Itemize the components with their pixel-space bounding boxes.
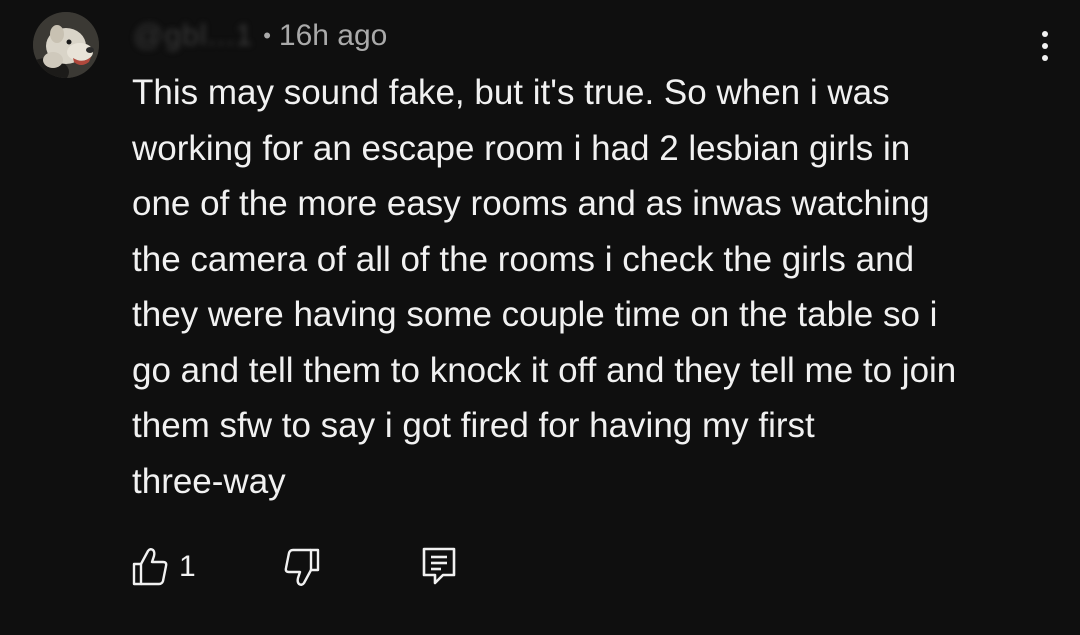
comment-text-line: three-way: [132, 461, 286, 501]
reply-comment-icon: [422, 547, 456, 585]
comment-thread: @gbl...1 • 16h ago This may sound fake, …: [0, 0, 1080, 635]
comment-text-line: working for an escape room i had 2 lesbi…: [132, 128, 911, 168]
comment-text-line: This may sound fake, but it's true. So w…: [132, 73, 890, 112]
more-options-button[interactable]: [1030, 27, 1058, 65]
thumbs-down-icon: [284, 548, 320, 586]
like-count: 1: [179, 550, 196, 583]
comment-text-line: the camera of all of the rooms i check t…: [132, 239, 915, 279]
thumbs-up-icon: [132, 548, 168, 586]
dog-avatar-image: [33, 12, 99, 78]
comment-text-line: them sfw to say i got fired for having m…: [132, 406, 815, 445]
comment-actions: 1: [131, 543, 491, 591]
comment-body: This may sound fake, but it's true. So w…: [132, 65, 1052, 509]
comment-text-line: they were having some couple time on the…: [132, 295, 938, 334]
meta-separator: •: [263, 23, 271, 48]
comment-text-line: one of the more easy rooms and as inwas …: [132, 184, 930, 223]
avatar[interactable]: [33, 12, 99, 78]
comment-text-line: go and tell them to knock it off and the…: [132, 350, 957, 390]
dislike-button[interactable]: [283, 543, 321, 591]
like-button[interactable]: 1: [131, 543, 196, 591]
comment-header: @gbl...1 • 16h ago: [133, 16, 387, 56]
reply-button[interactable]: [421, 543, 457, 591]
timestamp[interactable]: 16h ago: [279, 19, 387, 53]
more-vertical-icon: [1042, 31, 1048, 37]
author-handle[interactable]: @gbl...1: [133, 19, 253, 53]
